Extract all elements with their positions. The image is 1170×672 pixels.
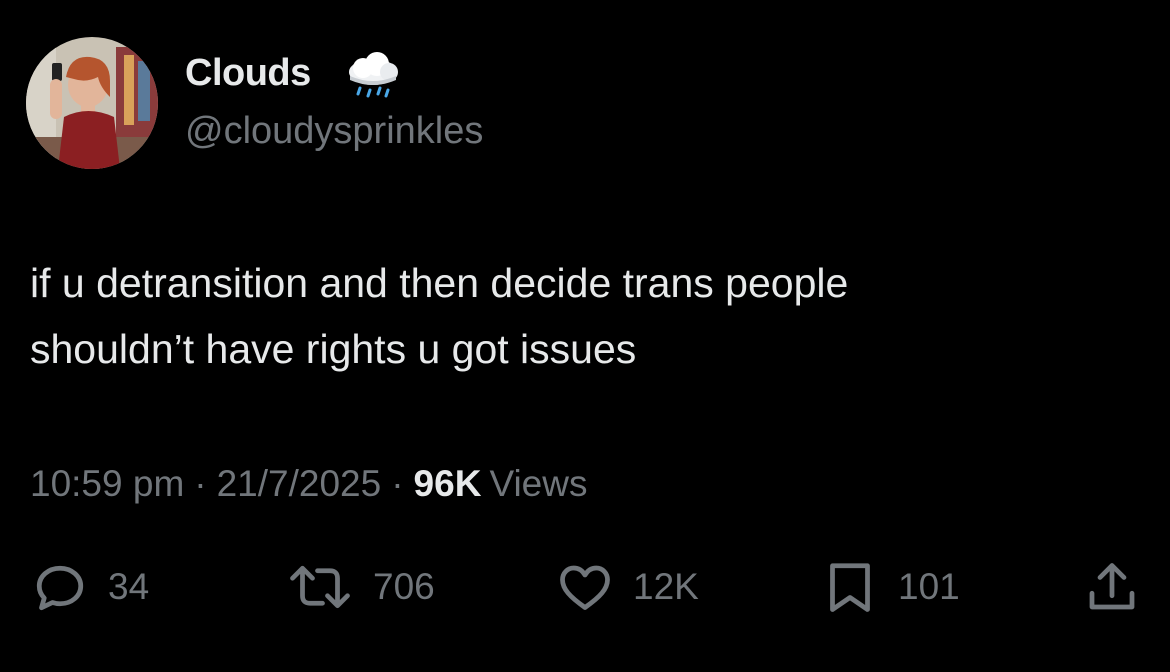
bookmark-button[interactable]: 101: [820, 555, 960, 619]
retweet-icon: [290, 565, 350, 609]
tweet-time[interactable]: 10:59 pm: [30, 463, 184, 504]
tweet-text-line: if u detransition and then decide trans …: [30, 260, 849, 306]
bookmark-icon: [830, 563, 870, 612]
profile-photo-icon: [26, 37, 158, 169]
tweet-text-line: shouldn’t have rights u got issues: [30, 326, 637, 372]
tweet-text: if u detransition and then decide trans …: [30, 250, 1140, 382]
heart-icon: [560, 565, 610, 610]
user-handle[interactable]: @cloudysprinkles: [185, 110, 483, 153]
views-count: 96K: [413, 463, 482, 504]
avatar[interactable]: [26, 37, 158, 169]
meta-separator: ·: [391, 463, 404, 504]
reply-button[interactable]: 34: [30, 555, 149, 619]
like-count: 12K: [633, 566, 699, 607]
retweet-count: 706: [373, 566, 435, 607]
tweet-meta: 10:59 pm · 21/7/2025 · 96K Views: [30, 463, 587, 505]
reply-count: 34: [108, 566, 150, 607]
cloud-with-rain-icon: [344, 52, 402, 102]
like-button[interactable]: 12K: [555, 555, 699, 619]
views-label: Views: [489, 463, 588, 504]
share-icon: [1089, 563, 1135, 610]
tweet-card: Clouds @cloudysprinkles if u detransitio…: [0, 0, 1170, 672]
display-name[interactable]: Clouds: [185, 52, 311, 95]
tweet-date[interactable]: 21/7/2025: [217, 463, 382, 504]
reply-icon: [36, 565, 84, 611]
action-bar: 34 706 12K 101: [0, 555, 1170, 619]
bookmark-count: 101: [898, 566, 960, 607]
share-button[interactable]: [1082, 555, 1142, 619]
meta-separator: ·: [194, 463, 207, 504]
retweet-button[interactable]: 706: [285, 555, 435, 619]
